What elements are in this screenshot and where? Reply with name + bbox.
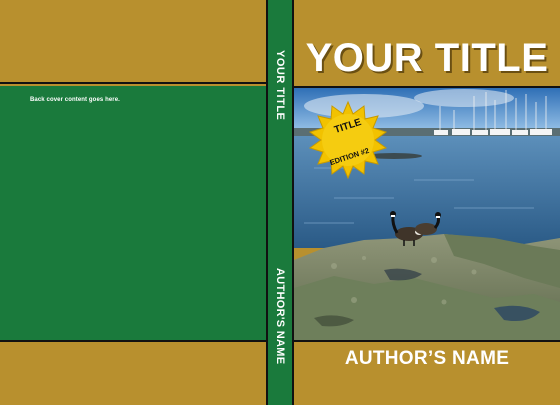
back-cover-top-band [0, 0, 266, 84]
front-author: AUTHOR’S NAME [344, 348, 510, 369]
front-cover: YOUR TITLE AUTHOR’S NAME [294, 0, 560, 405]
back-cover-content-panel [0, 86, 266, 342]
spine-title: YOUR TITLE [274, 50, 286, 121]
back-cover-bottom-band [0, 344, 266, 405]
back-cover-text: Back cover content goes here. [30, 97, 120, 103]
book-cover: Back cover content goes here. YOUR TITLE… [0, 0, 560, 405]
edition-starburst-badge [308, 100, 388, 180]
spine-author: AUTHOR'S NAME [274, 268, 286, 365]
front-title: YOUR TITLE [305, 36, 549, 80]
